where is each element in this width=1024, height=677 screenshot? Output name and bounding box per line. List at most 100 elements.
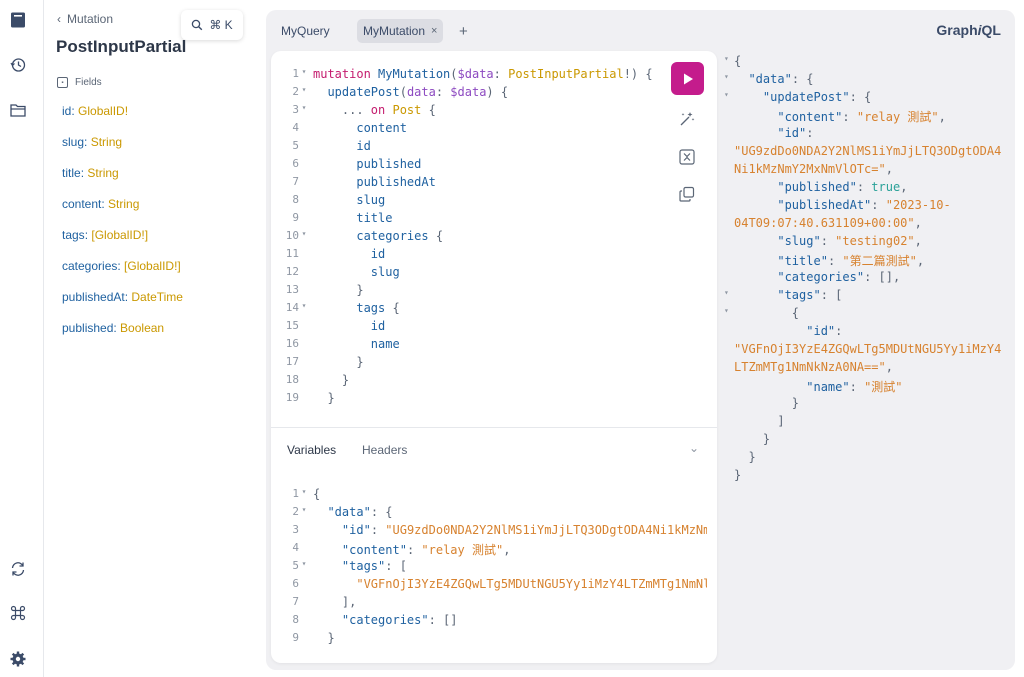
code-token: "name"	[806, 380, 850, 394]
code-line: 11 id	[277, 247, 386, 265]
explorer-icon[interactable]	[9, 101, 27, 119]
line-number: 8	[292, 613, 299, 626]
code-line: 2 ▾ "data": {	[277, 505, 392, 523]
fold-toggle[interactable]: ▾	[299, 505, 309, 523]
code-text: "slug": "testing02",	[734, 234, 922, 252]
field-item[interactable]: published: Boolean	[62, 321, 164, 335]
query-editor[interactable]: 1 ▾ mutation MyMutation($data: PostInputPa…	[277, 67, 657, 417]
code-text: "title": "第二篇測試",	[734, 252, 924, 270]
search-icon	[192, 19, 203, 31]
field-type[interactable]: String	[91, 135, 122, 149]
tab-variables[interactable]: Variables	[287, 443, 336, 457]
field-name[interactable]: tags	[62, 228, 85, 242]
code-line: }	[724, 432, 770, 450]
prettify-icon[interactable]	[677, 109, 697, 129]
refresh-icon[interactable]	[9, 560, 27, 578]
field-name[interactable]: publishedAt	[62, 290, 125, 304]
code-text: slug	[313, 265, 400, 283]
history-icon[interactable]	[9, 56, 27, 74]
code-line: 04T09:07:40.631109+00:00",	[724, 216, 922, 234]
fold-toggle[interactable]: ▾	[724, 72, 734, 90]
code-token: 04T09:07:40.631109+00:00"	[734, 216, 915, 230]
field-item[interactable]: slug: String	[62, 135, 122, 149]
field-item[interactable]: title: String	[62, 166, 119, 180]
fold-toggle	[724, 234, 734, 252]
field-type[interactable]: DateTime	[131, 290, 183, 304]
search-button[interactable]: ⌘ K	[181, 10, 243, 40]
code-text: categories {	[313, 229, 443, 247]
field-name[interactable]: slug	[62, 135, 84, 149]
fold-toggle[interactable]: ▾	[299, 229, 309, 247]
run-button[interactable]	[671, 62, 704, 95]
variables-editor[interactable]: 1 ▾{2 ▾ "data": {3 "id": "UG9zdDo0NDA2Y2Nl…	[277, 487, 707, 657]
chevron-down-icon[interactable]: ⌄	[689, 441, 699, 455]
code-token: "id"	[341, 523, 371, 537]
tab-mymutation[interactable]: MyMutation ×	[357, 19, 444, 43]
field-name[interactable]: categories	[62, 259, 117, 273]
code-text: id	[313, 247, 385, 265]
fold-toggle	[299, 193, 309, 211]
field-type[interactable]: [GlobalID!]	[124, 259, 181, 273]
fold-toggle[interactable]: ▾	[299, 67, 309, 85]
code-token: on	[370, 103, 393, 117]
fold-toggle[interactable]: ▾	[299, 301, 309, 319]
settings-icon[interactable]	[9, 650, 27, 668]
code-line: 6 published	[277, 157, 421, 175]
merge-fragments-icon[interactable]	[677, 147, 697, 167]
fold-toggle	[724, 180, 734, 198]
code-text: "data": {	[734, 72, 813, 90]
code-text: slug	[313, 193, 385, 211]
docs-icon[interactable]	[9, 11, 27, 29]
tab-headers[interactable]: Headers	[362, 443, 407, 457]
code-text: }	[313, 391, 334, 409]
code-text: Ni1kMzNmY2MxNmVlOTc=",	[734, 162, 893, 180]
field-name[interactable]: content	[62, 197, 101, 211]
field-type[interactable]: String	[87, 166, 118, 180]
back-link[interactable]: ‹ Mutation	[57, 12, 113, 26]
field-type[interactable]: [GlobalID!]	[91, 228, 148, 242]
fold-toggle[interactable]: ▾	[724, 288, 734, 306]
code-text: name	[313, 337, 400, 355]
fold-toggle	[724, 468, 734, 486]
code-text: }	[734, 432, 770, 450]
code-line: 9 title	[277, 211, 392, 229]
field-name[interactable]: published	[62, 321, 113, 335]
field-item[interactable]: content: String	[62, 197, 139, 211]
code-token: ) {	[486, 85, 509, 99]
code-line: LTZmMTg1NmNkNzA0NA==",	[724, 360, 893, 378]
field-item[interactable]: categories: [GlobalID!]	[62, 259, 181, 273]
fold-toggle[interactable]: ▾	[724, 90, 734, 108]
code-text: {	[313, 487, 320, 505]
field-item[interactable]: publishedAt: DateTime	[62, 290, 183, 304]
code-line: "VGFnOjI3YzE4ZGQwLTg5MDUtNGU5Yy1iMzY4	[724, 342, 1001, 360]
add-tab-button[interactable]: +	[459, 19, 468, 43]
fold-toggle	[299, 211, 309, 229]
field-name[interactable]: title	[62, 166, 81, 180]
close-icon[interactable]: ×	[431, 25, 437, 37]
fold-toggle[interactable]: ▾	[724, 306, 734, 324]
shortcut-icon[interactable]	[9, 604, 27, 622]
fold-toggle[interactable]: ▾	[299, 103, 309, 121]
code-text: "id":	[734, 324, 842, 342]
code-token: "第二篇測試"	[842, 254, 917, 268]
field-type[interactable]: String	[108, 197, 139, 211]
field-item[interactable]: id: GlobalID!	[62, 104, 128, 118]
field-type[interactable]: GlobalID!	[78, 104, 128, 118]
line-number: 10	[285, 229, 299, 242]
fold-toggle	[299, 391, 309, 409]
field-name[interactable]: id	[62, 104, 71, 118]
code-text: mutation MyMutation($data: PostInputPart…	[313, 67, 653, 85]
fold-toggle[interactable]: ▾	[299, 487, 309, 505]
code-text: content	[313, 121, 407, 139]
field-type[interactable]: Boolean	[120, 321, 164, 335]
code-token: :	[835, 324, 843, 338]
fold-toggle[interactable]: ▾	[299, 559, 309, 577]
code-token: "VGFnOjI3YzE4ZGQwLTg5MDUtNGU5Yy1iMzY4	[734, 342, 1002, 356]
copy-icon[interactable]	[677, 184, 697, 204]
field-item[interactable]: tags: [GlobalID!]	[62, 228, 148, 242]
tab-myquery[interactable]: MyQuery	[275, 19, 336, 43]
fold-toggle[interactable]: ▾	[299, 85, 309, 103]
fold-toggle[interactable]: ▾	[724, 54, 734, 72]
